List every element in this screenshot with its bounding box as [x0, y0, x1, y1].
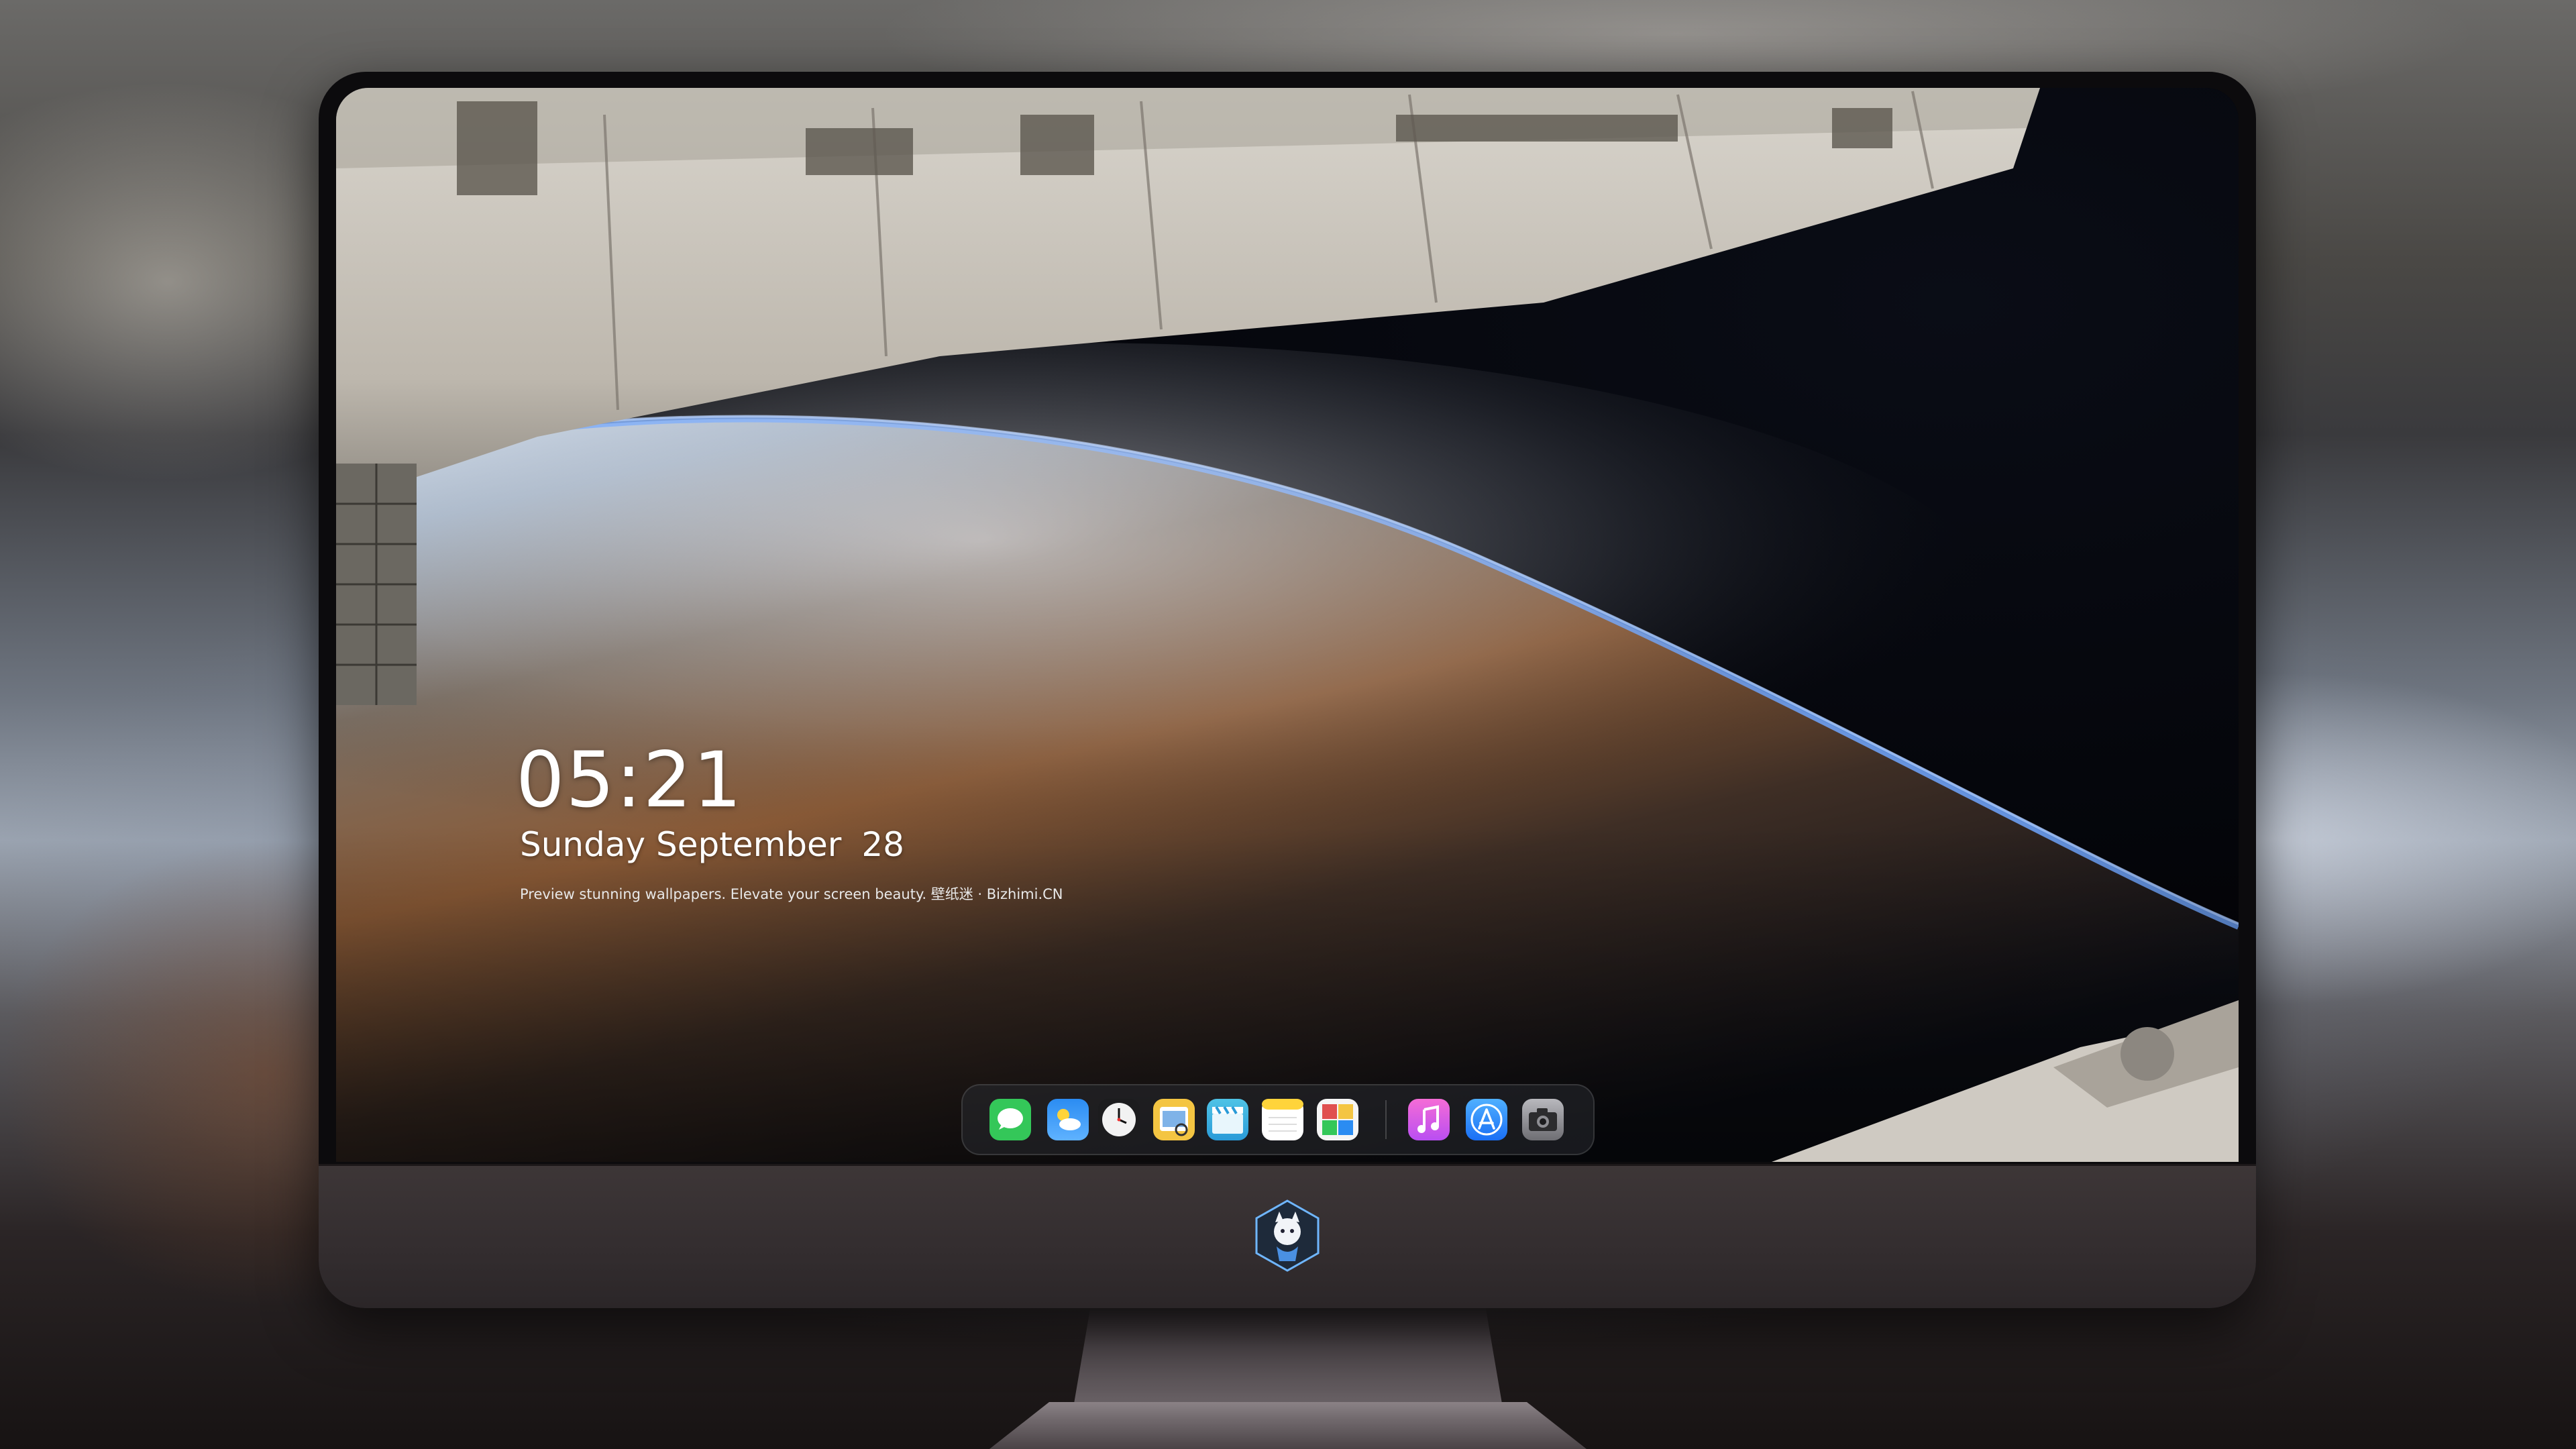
app-store-icon[interactable]	[1466, 1099, 1507, 1140]
lock-screen-date: Sunday September 28	[520, 825, 904, 864]
video-editor-icon[interactable]	[1207, 1099, 1248, 1140]
monitor-chin	[319, 1164, 2256, 1308]
clock-icon[interactable]	[1098, 1099, 1140, 1140]
music-icon[interactable]	[1408, 1099, 1450, 1140]
dock-separator	[1385, 1100, 1387, 1139]
dock	[961, 1084, 1595, 1155]
date-text: Sunday September	[520, 825, 842, 864]
photos-app-icon[interactable]	[1317, 1099, 1358, 1140]
earth-wallpaper	[336, 88, 2239, 1162]
messages-icon[interactable]	[989, 1099, 1031, 1140]
monitor-stand-base	[989, 1402, 1587, 1449]
wallpaper-tagline: Preview stunning wallpapers. Elevate you…	[520, 886, 1063, 902]
monitor: 05:21 Sunday September 28 Preview stunnin…	[319, 72, 2256, 1308]
notes-icon[interactable]	[1262, 1099, 1303, 1140]
mascot-logo-icon	[1254, 1199, 1321, 1272]
preview-icon[interactable]	[1153, 1099, 1195, 1140]
weather-icon[interactable]	[1047, 1099, 1089, 1140]
camera-icon[interactable]	[1522, 1099, 1564, 1140]
lock-screen[interactable]: 05:21 Sunday September 28 Preview stunnin…	[336, 88, 2239, 1162]
lock-screen-clock: 05:21	[516, 735, 743, 824]
date-day-number: 28	[861, 825, 904, 864]
monitor-stand-neck	[1073, 1307, 1503, 1407]
